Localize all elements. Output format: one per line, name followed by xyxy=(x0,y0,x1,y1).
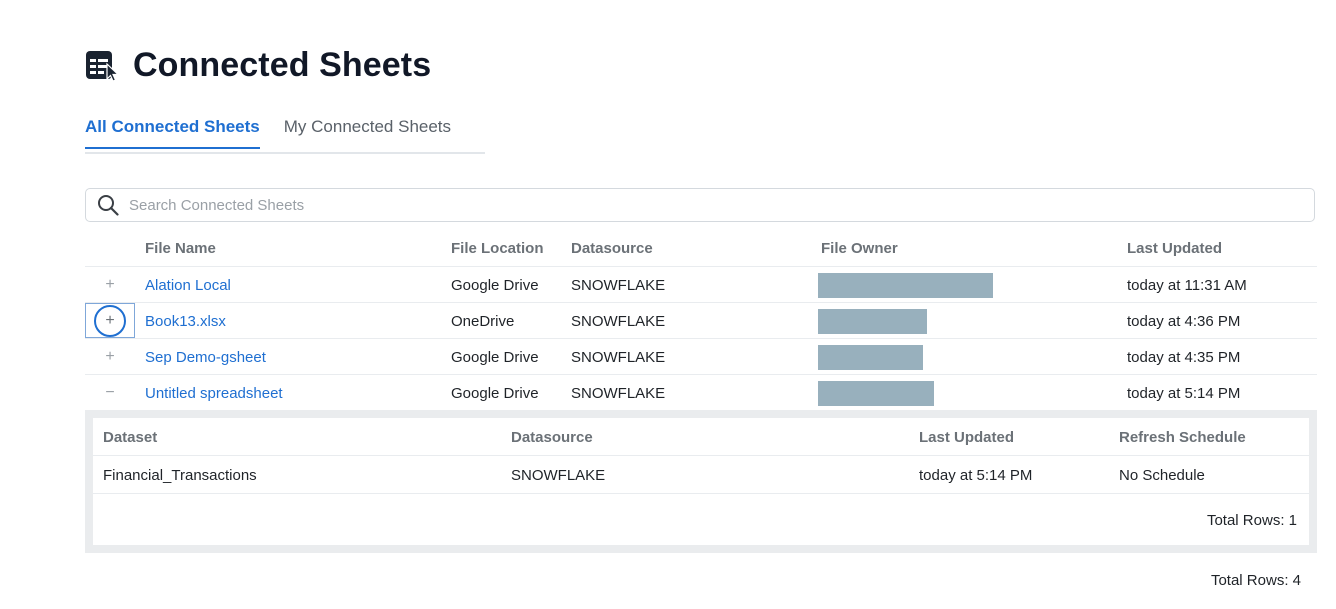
file-owner-redacted xyxy=(818,309,927,334)
datasource: SNOWFLAKE xyxy=(571,385,666,402)
dataset-subtable: Dataset Datasource Last Updated Refresh … xyxy=(93,418,1309,545)
connected-sheets-table: File Name File Location Datasource File … xyxy=(85,230,1317,553)
column-header-file-location[interactable]: File Location xyxy=(451,240,544,257)
column-header-dataset[interactable]: Dataset xyxy=(103,429,157,446)
column-header-datasource[interactable]: Datasource xyxy=(571,240,653,257)
column-header-last-updated[interactable]: Last Updated xyxy=(1127,240,1222,257)
refresh-schedule: No Schedule xyxy=(1119,467,1205,484)
file-location: Google Drive xyxy=(451,349,539,366)
table-total-rows: Total Rows: 4 xyxy=(1210,572,1301,589)
last-updated: today at 4:35 PM xyxy=(1127,349,1241,366)
last-updated: today at 5:14 PM xyxy=(919,467,1033,484)
page-title: Connected Sheets xyxy=(133,46,432,84)
last-updated: today at 11:31 AM xyxy=(1127,277,1247,294)
column-header-file-name[interactable]: File Name xyxy=(145,240,216,257)
column-header-last-updated[interactable]: Last Updated xyxy=(919,429,1014,446)
file-location: Google Drive xyxy=(451,277,539,294)
expand-toggle-label: + xyxy=(94,304,126,337)
column-header-file-owner[interactable]: File Owner xyxy=(821,240,898,257)
file-name-link[interactable]: Book13.xlsx xyxy=(145,313,226,330)
expand-row-button[interactable]: + xyxy=(85,267,135,302)
file-name-link[interactable]: Sep Demo-gsheet xyxy=(145,349,266,366)
search-box xyxy=(85,188,1315,222)
table-row: + Book13.xlsx OneDrive SNOWFLAKE today a… xyxy=(85,303,1317,339)
last-updated: today at 5:14 PM xyxy=(1127,385,1241,402)
search-input[interactable] xyxy=(127,195,1314,215)
file-owner-redacted xyxy=(818,345,923,370)
file-name-link[interactable]: Alation Local xyxy=(145,277,231,294)
datasource: SNOWFLAKE xyxy=(511,467,606,484)
table-row: + Alation Local Google Drive SNOWFLAKE t… xyxy=(85,267,1317,303)
column-header-datasource[interactable]: Datasource xyxy=(511,429,593,446)
file-location: Google Drive xyxy=(451,385,539,402)
subtable-row: Financial_Transactions SNOWFLAKE today a… xyxy=(93,456,1309,494)
tab-my-connected-sheets[interactable]: My Connected Sheets xyxy=(284,112,451,147)
file-location: OneDrive xyxy=(451,313,515,330)
expand-row-button[interactable]: + xyxy=(85,339,135,374)
collapse-row-button[interactable]: − xyxy=(85,375,135,410)
file-owner-redacted xyxy=(818,381,934,406)
subtable-total-rows: Total Rows: 1 xyxy=(1206,512,1297,529)
table-header: File Name File Location Datasource File … xyxy=(85,230,1317,267)
table-row: + Sep Demo-gsheet Google Drive SNOWFLAKE… xyxy=(85,339,1317,375)
datasource: SNOWFLAKE xyxy=(571,313,666,330)
datasource: SNOWFLAKE xyxy=(571,349,666,366)
subtable-header: Dataset Datasource Last Updated Refresh … xyxy=(93,418,1309,456)
page-header: Connected Sheets xyxy=(85,44,431,85)
tab-bar: All Connected Sheets My Connected Sheets xyxy=(85,112,485,154)
sheet-pointer-icon xyxy=(86,50,119,82)
search-icon xyxy=(98,195,119,216)
last-updated: today at 4:36 PM xyxy=(1127,313,1241,330)
expand-row-button[interactable]: + xyxy=(85,303,135,338)
datasource: SNOWFLAKE xyxy=(571,277,666,294)
dataset-name: Financial_Transactions xyxy=(103,467,257,484)
tab-all-connected-sheets[interactable]: All Connected Sheets xyxy=(85,112,260,149)
table-row: − Untitled spreadsheet Google Drive SNOW… xyxy=(85,375,1317,410)
expanded-row-panel: Dataset Datasource Last Updated Refresh … xyxy=(85,410,1317,553)
column-header-refresh-schedule[interactable]: Refresh Schedule xyxy=(1119,429,1246,446)
file-owner-redacted xyxy=(818,273,993,298)
file-name-link[interactable]: Untitled spreadsheet xyxy=(145,385,283,402)
